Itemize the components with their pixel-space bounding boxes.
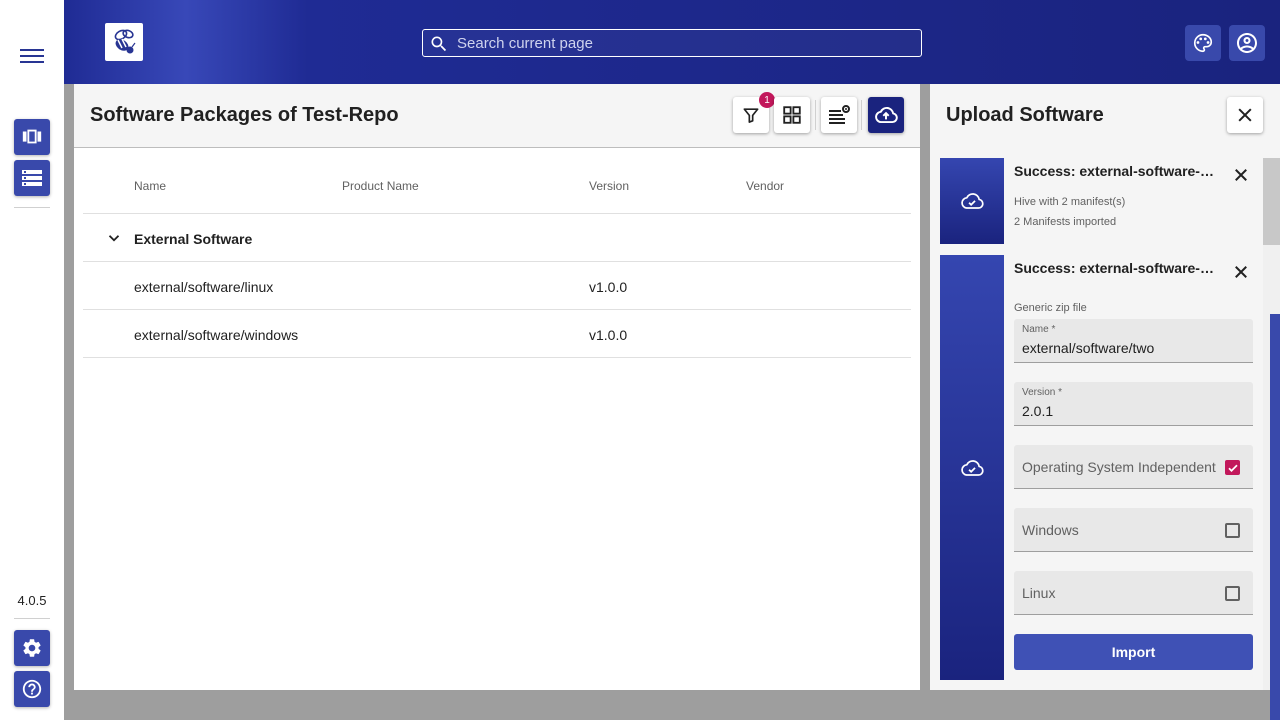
name-field[interactable]: Name * bbox=[1014, 319, 1253, 363]
windows-checkbox[interactable]: Windows bbox=[1014, 508, 1253, 552]
account-circle-icon bbox=[1237, 33, 1257, 53]
column-header-product-name[interactable]: Product Name bbox=[342, 179, 419, 193]
scrollbar-accent bbox=[1270, 314, 1280, 720]
close-panel-button[interactable] bbox=[1227, 97, 1263, 133]
check-icon bbox=[1227, 464, 1238, 472]
upload-scrollbar[interactable] bbox=[1263, 158, 1280, 720]
version-input[interactable] bbox=[1022, 402, 1242, 420]
column-settings-icon bbox=[829, 105, 850, 124]
version-field[interactable]: Version * bbox=[1014, 382, 1253, 426]
packages-table: Name Product Name Version Vendor Externa… bbox=[83, 162, 911, 358]
upload-result-detail: 2 Manifests imported bbox=[1014, 216, 1117, 228]
cell-version: v1.0.0 bbox=[589, 279, 628, 295]
checkbox-checked[interactable] bbox=[1225, 460, 1240, 475]
upload-panel-title: Upload Software bbox=[946, 104, 1104, 126]
filter-button[interactable]: 1 bbox=[733, 92, 775, 133]
software-packages-panel: Software Packages of Test-Repo 1 Name Pr… bbox=[74, 84, 920, 690]
sidebar-divider bbox=[14, 207, 50, 208]
cloud-done-icon bbox=[961, 459, 984, 476]
upload-result-detail: Hive with 2 manifest(s) bbox=[1014, 196, 1126, 208]
group-label: External Software bbox=[134, 231, 253, 247]
close-icon bbox=[1235, 266, 1247, 278]
name-field-label: Name * bbox=[1022, 324, 1056, 335]
upload-result-card: Success: external-software-2-raw.zip Gen… bbox=[940, 255, 1263, 680]
toolbar-divider bbox=[861, 100, 862, 130]
search-input[interactable] bbox=[457, 30, 912, 56]
column-header-version[interactable]: Version bbox=[589, 179, 629, 193]
column-header-name[interactable]: Name bbox=[134, 179, 166, 193]
os-independent-checkbox[interactable]: Operating System Independent bbox=[1014, 445, 1253, 489]
grid-icon bbox=[783, 106, 801, 124]
nav-products-button[interactable] bbox=[14, 119, 50, 155]
cloud-upload-icon bbox=[875, 107, 898, 124]
menu-icon[interactable] bbox=[18, 44, 46, 68]
close-icon bbox=[1238, 108, 1252, 122]
upload-result-card: Success: external-software-hive.zip Hive… bbox=[940, 158, 1263, 244]
os-independent-label: Operating System Independent bbox=[1022, 459, 1216, 475]
help-button[interactable] bbox=[14, 671, 50, 707]
top-header bbox=[64, 0, 1280, 84]
left-sidebar: 4.0.5 bbox=[0, 0, 64, 720]
gear-icon bbox=[23, 639, 41, 657]
table-row[interactable]: external/software/windows v1.0.0 bbox=[83, 310, 911, 358]
theme-button[interactable] bbox=[1185, 25, 1221, 61]
close-icon bbox=[1235, 169, 1247, 181]
import-button[interactable]: Import bbox=[1014, 634, 1253, 670]
search-icon bbox=[431, 36, 447, 52]
upload-button[interactable] bbox=[868, 97, 904, 133]
cell-name: external/software/windows bbox=[134, 327, 299, 343]
table-header: Name Product Name Version Vendor bbox=[83, 162, 911, 214]
nav-repository-button[interactable] bbox=[14, 160, 50, 196]
name-input[interactable] bbox=[1022, 339, 1242, 357]
account-button[interactable] bbox=[1229, 25, 1265, 61]
bee-logo[interactable] bbox=[105, 23, 143, 61]
cell-name: external/software/linux bbox=[134, 279, 274, 295]
upload-result-title: Success: external-software-2-raw.zip bbox=[1014, 260, 1217, 276]
upload-status-side bbox=[940, 255, 1004, 680]
settings-button[interactable] bbox=[14, 630, 50, 666]
upload-software-panel: Upload Software Success: external-softwa… bbox=[930, 84, 1280, 720]
upload-status-side bbox=[940, 158, 1004, 244]
upload-result-title: Success: external-software-hive.zip bbox=[1014, 163, 1217, 179]
linux-checkbox[interactable]: Linux bbox=[1014, 571, 1253, 615]
windows-label: Windows bbox=[1022, 522, 1079, 538]
bee-logo-icon bbox=[114, 29, 136, 54]
palette-icon bbox=[1194, 33, 1213, 53]
version-field-label: Version * bbox=[1022, 387, 1063, 398]
sidebar-divider-bottom bbox=[14, 618, 50, 619]
scrollbar-thumb[interactable] bbox=[1263, 158, 1280, 245]
filter-count-badge: 1 bbox=[759, 92, 775, 108]
column-header-vendor[interactable]: Vendor bbox=[746, 179, 784, 193]
app-version: 4.0.5 bbox=[17, 593, 47, 608]
linux-label: Linux bbox=[1022, 585, 1056, 601]
checkbox-unchecked[interactable] bbox=[1225, 586, 1240, 601]
cell-version: v1.0.0 bbox=[589, 327, 628, 343]
search-box[interactable] bbox=[422, 29, 922, 57]
filter-icon bbox=[743, 108, 759, 123]
column-settings-button[interactable] bbox=[821, 97, 857, 133]
checkbox-unchecked[interactable] bbox=[1225, 523, 1240, 538]
toolbar-divider bbox=[815, 100, 816, 130]
table-row[interactable]: external/software/linux v1.0.0 bbox=[83, 262, 911, 310]
dismiss-result-button[interactable] bbox=[1228, 259, 1254, 285]
help-icon bbox=[22, 679, 42, 699]
storage-icon bbox=[22, 170, 42, 186]
view-carousel-icon bbox=[22, 129, 42, 144]
page-title: Software Packages of Test-Repo bbox=[90, 104, 399, 126]
main-toolbar: Software Packages of Test-Repo 1 bbox=[74, 84, 920, 148]
chevron-down-icon[interactable] bbox=[105, 229, 123, 247]
upload-file-type: Generic zip file bbox=[1014, 302, 1087, 314]
grid-view-button[interactable] bbox=[774, 97, 810, 133]
cloud-done-icon bbox=[961, 193, 984, 209]
group-row[interactable]: External Software bbox=[83, 214, 911, 262]
dismiss-result-button[interactable] bbox=[1228, 162, 1254, 188]
